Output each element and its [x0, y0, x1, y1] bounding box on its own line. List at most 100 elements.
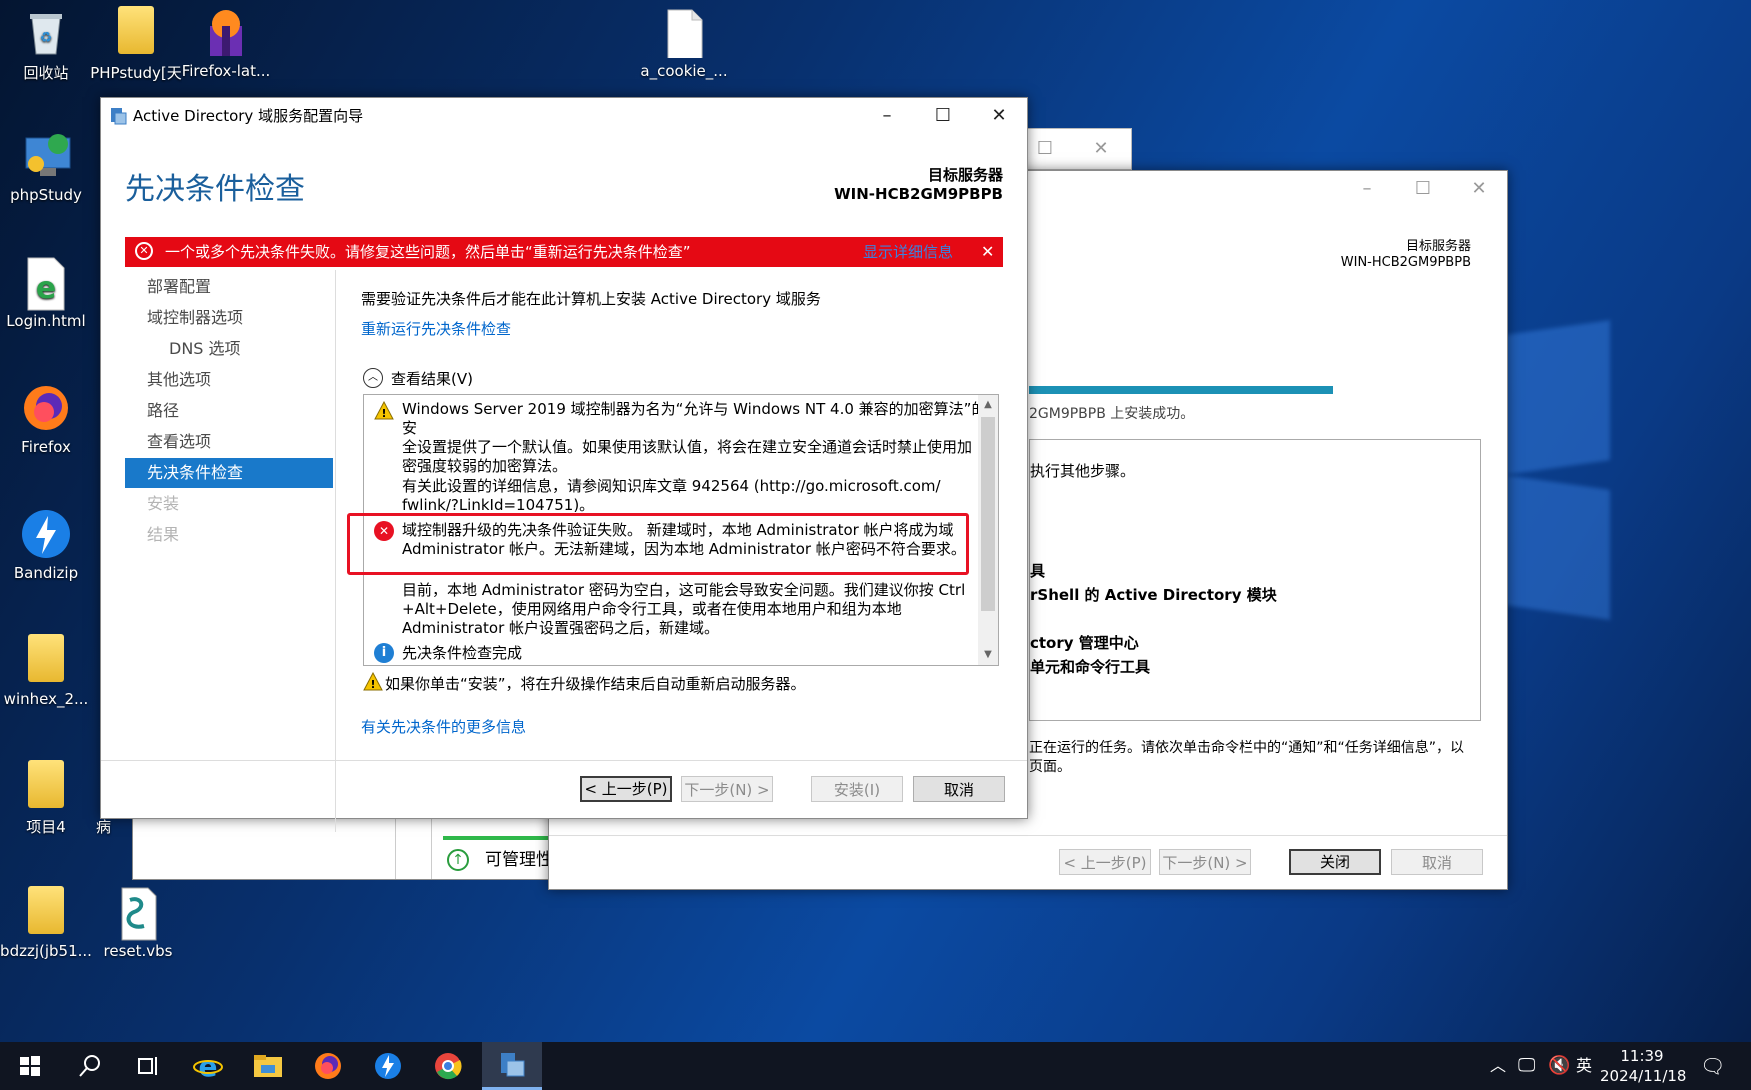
title-bar[interactable]: Active Directory 域服务配置向导 – ☐ ✕	[101, 98, 1027, 134]
taskbar-server-manager[interactable]	[482, 1042, 542, 1090]
task-view-button[interactable]	[118, 1042, 178, 1090]
bg-note-line: 正在运行的任务。请依次单击命令栏中的“通知”和“任务详细信息”，以	[1029, 740, 1465, 756]
maximize-icon[interactable]: ☐	[915, 98, 971, 134]
svg-text:!: !	[370, 678, 375, 691]
warning-icon: !	[363, 671, 383, 692]
nav-item-prerequisites-check[interactable]: 先决条件检查	[125, 458, 333, 488]
window-title: Active Directory 域服务配置向导	[133, 107, 364, 125]
results-box: 执行其他步骤。 具 rShell 的 Active Directory 模块 c…	[1029, 439, 1481, 721]
bg-note: 正在运行的任务。请依次单击命令栏中的“通知”和“任务详细信息”，以 页面。	[1029, 739, 1464, 777]
nav-item-review-options[interactable]: 查看选项	[147, 427, 211, 457]
desktop-icon-label: Firefox-lat...	[181, 62, 271, 80]
search-button[interactable]	[60, 1042, 120, 1090]
error-banner: ✕ 一个或多个先决条件失败。请修复这些问题，然后单击“重新运行先决条件检查” 显…	[125, 237, 1003, 267]
internet-explorer-icon: e	[193, 1051, 223, 1081]
desktop-icon-label: 回收站	[23, 64, 69, 82]
desktop-icon-label: Firefox	[21, 438, 71, 456]
error-banner-text: 一个或多个先决条件失败。请修复这些问题，然后单击“重新运行先决条件检查”	[165, 243, 691, 261]
ie-html-icon: e	[20, 256, 72, 311]
svg-text:!: !	[381, 407, 386, 420]
minimize-icon[interactable]: –	[859, 98, 915, 134]
taskbar-file-explorer[interactable]	[238, 1042, 298, 1090]
svg-text:♻: ♻	[40, 30, 53, 46]
bg-cancel-button[interactable]: 取消	[1391, 849, 1483, 875]
desktop-icon-reset-vbs[interactable]: reset.vbs	[92, 886, 184, 960]
firefox-icon	[315, 1053, 341, 1079]
desktop-icon-firefox[interactable]: Firefox	[0, 382, 92, 456]
desktop-icon-project4-folder[interactable]: 项目4	[0, 760, 92, 837]
cancel-button[interactable]: 取消	[913, 776, 1005, 802]
more-info-link[interactable]: 有关先决条件的更多信息	[361, 716, 526, 737]
nav-item-dc-options[interactable]: 域控制器选项	[147, 303, 243, 333]
taskbar-chrome-ai[interactable]	[418, 1042, 478, 1090]
results-list-item: 单元和命令行工具	[1030, 658, 1151, 676]
ime-indicator[interactable]: 英	[1576, 1042, 1592, 1090]
tray-chevron-up-icon[interactable]: ︿	[1490, 1042, 1506, 1090]
error-detail-text: 目前，本地 Administrator 密码为空白，这可能会导致安全问题。我们建…	[402, 581, 966, 637]
target-server-label: 目标服务器	[1405, 239, 1471, 254]
results-list-item: ctory 管理中心	[1030, 634, 1139, 652]
bg-close-button[interactable]: 关闭	[1289, 849, 1381, 875]
recycle-bin-icon: ♻	[20, 6, 72, 58]
desktop: ♻ 回收站 PHPstudy[天 Firefox-lat... a_cookie…	[0, 0, 1751, 1042]
desktop-icon-bandizip[interactable]: Bandizip	[0, 508, 92, 582]
close-icon[interactable]: ✕	[971, 98, 1027, 134]
desktop-icon-phpstudy-folder[interactable]: PHPstudy[天	[90, 6, 182, 83]
clock[interactable]: 11:39 2024/11/18	[1600, 1046, 1686, 1086]
scrollbar-thumb[interactable]	[981, 417, 995, 611]
start-button[interactable]	[0, 1042, 60, 1090]
bg-note-line: 页面。	[1029, 759, 1071, 775]
desktop-icon-bdzzj-folder[interactable]: bdzzj(jb51...	[0, 886, 92, 960]
nav-divider	[335, 270, 336, 832]
bg-prev-button[interactable]: < 上一步(P)	[1059, 849, 1151, 875]
nav-item-additional-options[interactable]: 其他选项	[147, 365, 211, 395]
bg-target-server: 目标服务器 WIN-HCB2GM9PBPB	[1341, 239, 1471, 271]
bandizip-icon	[20, 508, 72, 560]
info-icon: i	[374, 643, 394, 663]
vbs-script-icon	[112, 886, 164, 941]
wizard-nav: 部署配置 域控制器选项 DNS 选项 其他选项 路径 查看选项 先决条件检查 安…	[125, 270, 335, 740]
target-server-label: 目标服务器	[927, 166, 1003, 184]
show-details-link[interactable]: 显示详细信息	[863, 237, 953, 267]
desktop-icon-phpstudy[interactable]: phpStudy	[0, 130, 92, 204]
task-view-icon	[138, 1057, 157, 1075]
next-button[interactable]: 下一步(N) >	[681, 776, 773, 802]
close-icon[interactable]: ✕	[1451, 171, 1507, 207]
desktop-icon-label: Login.html	[6, 312, 86, 330]
close-banner-icon[interactable]: ✕	[981, 237, 994, 267]
maximize-icon[interactable]: ☐	[1395, 171, 1451, 207]
nav-item-deployment-config[interactable]: 部署配置	[147, 272, 211, 302]
volume-muted-icon[interactable]: 🔇	[1548, 1042, 1570, 1090]
taskbar-firefox[interactable]	[298, 1042, 358, 1090]
desktop-icon-login-html[interactable]: e Login.html	[0, 256, 92, 330]
action-center-icon[interactable]: 🗨	[1700, 1042, 1725, 1090]
windows-logo-icon	[20, 1056, 40, 1076]
install-success-text: 2GM9PBPB 上安装成功。	[1029, 406, 1195, 422]
desktop-icon-recycle-bin[interactable]: ♻ 回收站	[0, 6, 92, 83]
install-button[interactable]: 安装(I)	[811, 776, 903, 802]
nav-item-dns-options[interactable]: DNS 选项	[169, 334, 241, 364]
results-scrollbar[interactable]: ▲ ▼	[978, 395, 998, 665]
desktop-icon-firefox-installer[interactable]: Firefox-lat...	[180, 6, 272, 80]
desktop-icon-label: a_cookie_...	[640, 62, 728, 80]
desktop-icon-winhex-folder[interactable]: winhex_2...	[0, 634, 92, 708]
folder-icon	[20, 760, 72, 812]
scroll-up-icon[interactable]: ▲	[978, 395, 998, 415]
rerun-prereq-link[interactable]: 重新运行先决条件检查	[361, 318, 511, 339]
desktop-icon-label: winhex_2...	[3, 690, 89, 708]
nav-item-paths[interactable]: 路径	[147, 396, 179, 426]
scroll-down-icon[interactable]: ▼	[978, 645, 998, 665]
bg-next-button[interactable]: 下一步(N) >	[1159, 849, 1251, 875]
restart-warning-text: 如果你单击“安装”，将在升级操作结束后自动重新启动服务器。	[385, 675, 806, 693]
intro-text: 需要验证先决条件后才能在此计算机上安装 Active Directory 域服务	[361, 290, 821, 308]
folder-icon	[110, 6, 162, 58]
prev-button[interactable]: < 上一步(P)	[580, 776, 672, 802]
desktop-icon-label: PHPstudy[天	[90, 64, 182, 82]
taskbar-bandizip[interactable]	[358, 1042, 418, 1090]
firefox-icon	[20, 382, 72, 434]
desktop-icon-cookie-file[interactable]: a_cookie_...	[638, 6, 730, 80]
minimize-icon[interactable]: –	[1339, 171, 1395, 207]
network-icon[interactable]: 🖵	[1518, 1042, 1535, 1090]
close-icon[interactable]: ✕	[1073, 131, 1129, 167]
taskbar-ie[interactable]: e	[178, 1042, 238, 1090]
